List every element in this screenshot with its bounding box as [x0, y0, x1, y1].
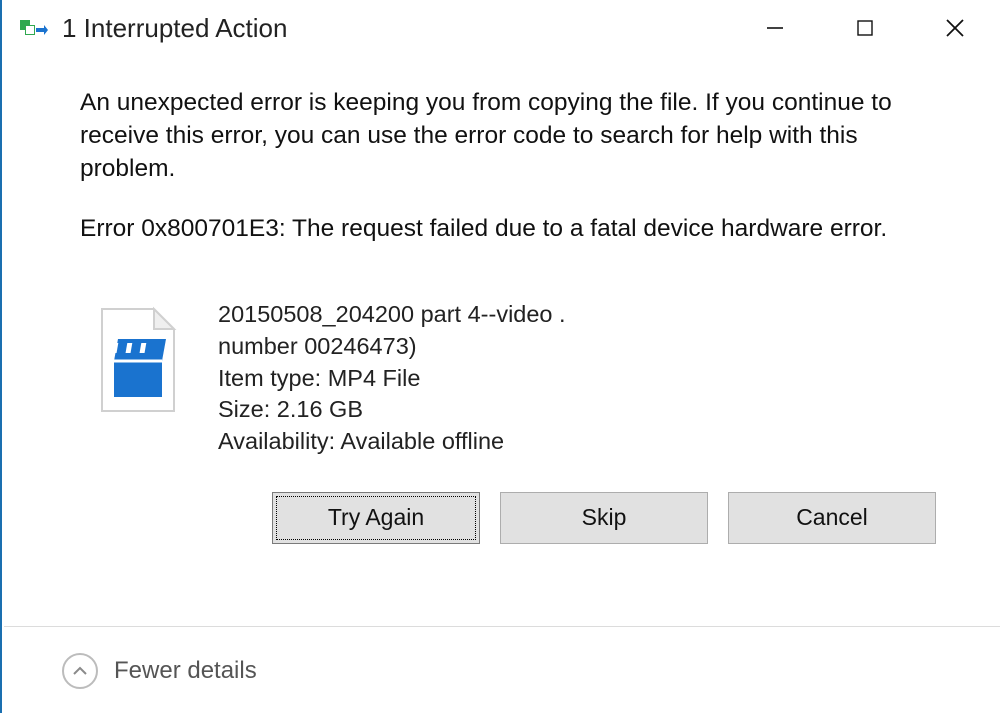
details-toggle-label: Fewer details [114, 657, 257, 685]
file-info-row: 20150508_204200 part 4--video . number 0… [92, 299, 940, 458]
close-icon [944, 17, 966, 39]
window-controls [730, 0, 1000, 56]
cancel-button[interactable]: Cancel [728, 492, 936, 544]
divider [4, 626, 1000, 627]
close-button[interactable] [910, 0, 1000, 56]
dialog-window: 1 Interrupted Action An unexpected erro [0, 0, 1000, 713]
video-file-icon [92, 305, 188, 415]
details-toggle[interactable]: Fewer details [62, 653, 257, 689]
file-metadata: 20150508_204200 part 4--video . number 0… [218, 299, 566, 458]
dialog-title: 1 Interrupted Action [62, 13, 730, 44]
skip-button[interactable]: Skip [500, 492, 708, 544]
copy-interrupt-icon [20, 18, 48, 38]
minimize-button[interactable] [730, 0, 820, 56]
titlebar: 1 Interrupted Action [2, 0, 1000, 56]
maximize-icon [856, 19, 874, 37]
file-type: Item type: MP4 File [218, 363, 566, 395]
minimize-icon [765, 18, 785, 38]
error-code-line: Error 0x800701E3: The request failed due… [80, 215, 940, 243]
file-size: Size: 2.16 GB [218, 394, 566, 426]
file-availability: Availability: Available offline [218, 426, 566, 458]
chevron-up-icon [62, 653, 98, 689]
error-description: An unexpected error is keeping you from … [80, 86, 940, 185]
file-name-line1: 20150508_204200 part 4--video . [218, 299, 566, 331]
try-again-button[interactable]: Try Again [272, 492, 480, 544]
maximize-button[interactable] [820, 0, 910, 56]
action-button-row: Try Again Skip Cancel [80, 492, 940, 544]
dialog-content: An unexpected error is keeping you from … [2, 56, 1000, 544]
file-name-line2: number 00246473) [218, 331, 566, 363]
